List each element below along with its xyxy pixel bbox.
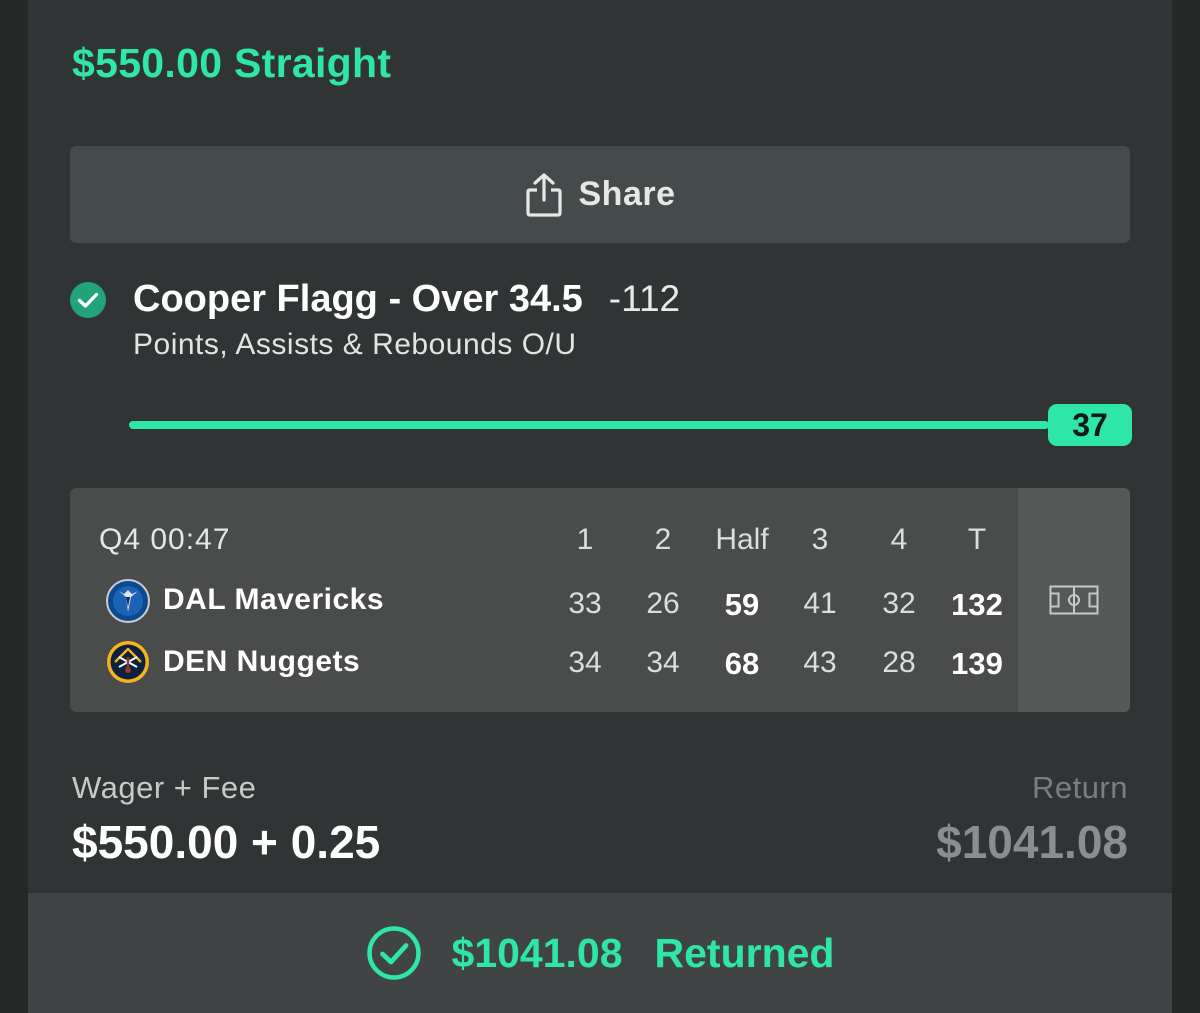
returned-status: Returned xyxy=(654,929,835,976)
column-header: Half xyxy=(715,523,769,556)
score-cell-total: 132 xyxy=(951,587,1003,622)
wager-label: Wager + Fee xyxy=(72,770,257,805)
progress-bar xyxy=(129,421,1049,429)
column-header: 2 xyxy=(654,523,672,556)
bet-title: $550.00 Straight xyxy=(72,40,392,86)
live-court-button[interactable] xyxy=(1018,488,1130,712)
return-value: $1041.08 xyxy=(936,816,1128,868)
score-cell: 28 xyxy=(882,646,916,679)
bet-card: $550.00 Straight Share Cooper Flagg - Ov… xyxy=(28,0,1172,1013)
column-header: 3 xyxy=(811,523,829,556)
score-cell-total: 139 xyxy=(951,646,1003,681)
mavericks-logo-icon xyxy=(106,579,150,623)
wager-value: $550.00 + 0.25 xyxy=(72,816,381,868)
share-icon xyxy=(525,172,562,217)
selection-odds: -112 xyxy=(608,278,681,319)
score-cell: 43 xyxy=(803,646,837,679)
score-cell-half: 59 xyxy=(724,587,760,622)
score-cell: 33 xyxy=(568,587,602,620)
nuggets-logo-icon xyxy=(107,641,149,683)
progress-value-badge: 37 xyxy=(1048,404,1132,446)
return-label: Return xyxy=(1031,770,1128,805)
game-clock: Q4 00:47 xyxy=(99,523,231,556)
score-cell: 26 xyxy=(646,587,680,620)
returned-amount: $1041.08 xyxy=(451,929,623,976)
column-header: T xyxy=(967,523,987,556)
check-circle-outline-icon xyxy=(366,926,421,980)
column-header: 4 xyxy=(890,523,908,556)
score-cell: 34 xyxy=(568,646,602,679)
score-cell: 41 xyxy=(803,587,837,620)
basketball-court-icon xyxy=(1049,585,1099,615)
team-name-dal: DAL Mavericks xyxy=(163,583,385,616)
score-cell: 32 xyxy=(882,587,916,620)
score-cell: 34 xyxy=(646,646,680,679)
share-button[interactable]: Share xyxy=(70,146,1130,243)
market-name: Points, Assists & Rebounds O/U xyxy=(133,328,577,361)
settled-footer: $1041.08 Returned xyxy=(28,893,1172,1013)
share-button-label: Share xyxy=(578,175,676,213)
team-name-den: DEN Nuggets xyxy=(163,645,361,678)
scoreboard: Q4 00:47 1 2 Half 3 4 T DAL Mavericks 33… xyxy=(70,488,1130,712)
column-header: 1 xyxy=(576,523,594,556)
selection-name: Cooper Flagg - Over 34.5 xyxy=(133,278,583,320)
check-circle-icon xyxy=(70,282,106,318)
selection-line: Cooper Flagg - Over 34.5 -112 xyxy=(133,278,680,321)
score-cell-half: 68 xyxy=(724,646,760,681)
